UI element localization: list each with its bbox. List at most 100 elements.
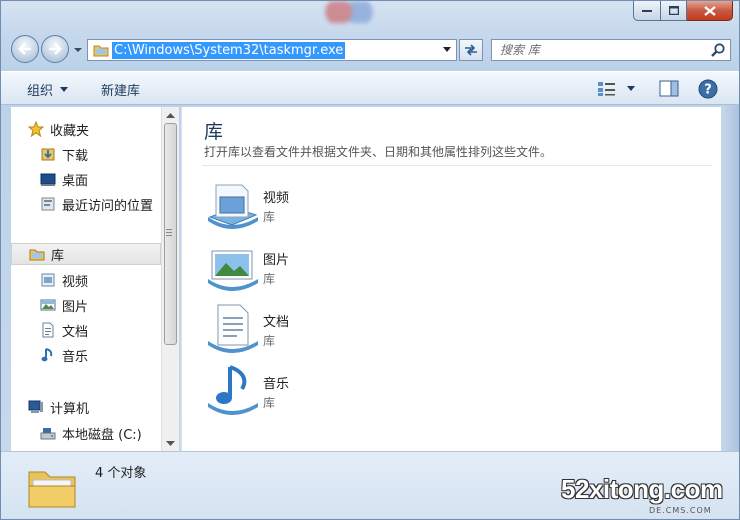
library-folder-icon xyxy=(91,40,111,60)
help-icon[interactable]: ? xyxy=(698,79,718,99)
watermark-subtext: DE.CMS.COM xyxy=(649,506,712,515)
desktop-icon xyxy=(39,170,57,188)
forward-button[interactable] xyxy=(41,35,69,63)
address-bar[interactable]: C:\Windows\System32\taskmgr.exe xyxy=(87,39,457,61)
close-icon xyxy=(703,5,716,16)
window-controls xyxy=(633,1,733,21)
library-item-pictures[interactable]: 图片 库 xyxy=(204,239,404,295)
library-type: 库 xyxy=(263,272,276,286)
library-name: 视频 xyxy=(263,191,290,206)
library-folder-icon xyxy=(28,471,76,508)
scrollbar-grip xyxy=(166,229,172,238)
minimize-button[interactable] xyxy=(633,1,661,21)
nav-item-downloads[interactable]: 下载 xyxy=(39,143,88,165)
music-library-icon xyxy=(39,346,57,364)
nav-libraries[interactable]: 库 xyxy=(11,243,161,265)
library-description: 打开库以查看文件并根据文件夹、日期和其他属性排列这些文件。 xyxy=(204,145,553,159)
address-text-selected: C:\Windows\System32\taskmgr.exe xyxy=(112,42,346,59)
library-type: 库 xyxy=(263,210,276,224)
nav-label: 库 xyxy=(51,248,65,264)
title-bar[interactable] xyxy=(1,1,739,31)
organize-label: 组织 xyxy=(27,84,54,99)
chevron-down-icon xyxy=(627,86,635,91)
nav-label: 图片 xyxy=(62,299,89,315)
nav-item-pictures[interactable]: 图片 xyxy=(39,294,88,316)
navpane-scrollbar[interactable] xyxy=(161,107,179,451)
new-library-button[interactable]: 新建库 xyxy=(101,80,140,99)
nav-item-videos[interactable]: 视频 xyxy=(39,269,88,291)
chevron-down-icon xyxy=(60,87,69,92)
view-options-icon xyxy=(598,82,615,96)
maximize-button[interactable] xyxy=(661,1,687,21)
close-button[interactable] xyxy=(687,1,733,21)
library-type: 库 xyxy=(263,334,276,348)
library-item-videos[interactable]: 视频 库 xyxy=(204,177,404,233)
music-library-icon xyxy=(208,365,258,415)
nav-label: 下载 xyxy=(62,148,89,164)
nav-item-local-disk[interactable]: 本地磁盘 (C:) xyxy=(39,422,142,444)
navigation-bar: C:\Windows\System32\taskmgr.exe xyxy=(1,31,739,67)
library-name: 图片 xyxy=(263,253,290,268)
organize-menu-button[interactable]: 组织 xyxy=(27,80,69,99)
video-library-icon xyxy=(39,271,57,289)
nav-item-music[interactable]: 音乐 xyxy=(39,344,88,366)
search-box[interactable] xyxy=(491,39,731,61)
minimize-icon xyxy=(642,9,652,12)
library-folder-icon xyxy=(28,245,46,263)
video-library-icon xyxy=(208,184,258,229)
pictures-library-icon xyxy=(208,250,258,291)
details-pane: 4 个对象 52xitong.com DE.CMS.COM xyxy=(1,451,739,519)
search-icon[interactable] xyxy=(710,42,726,58)
recent-places-icon xyxy=(39,195,57,213)
preview-pane-icon[interactable] xyxy=(659,80,679,98)
local-disk-icon xyxy=(39,424,57,442)
nav-label: 计算机 xyxy=(50,401,90,417)
star-icon xyxy=(27,120,45,138)
content-pane: 库 打开库以查看文件并根据文件夹、日期和其他属性排列这些文件。 视频 库 图片 … xyxy=(181,107,721,451)
go-button[interactable] xyxy=(459,39,483,61)
aero-glass-reflection xyxy=(323,1,375,23)
back-arrow-icon xyxy=(18,43,31,55)
nav-label: 本地磁盘 (C:) xyxy=(62,427,142,443)
nav-label: 音乐 xyxy=(62,349,89,365)
address-dropdown-icon[interactable] xyxy=(442,46,452,54)
nav-label: 桌面 xyxy=(62,173,89,189)
recent-pages-dropdown-icon[interactable] xyxy=(73,45,83,55)
svg-text:?: ? xyxy=(704,83,712,98)
forward-arrow-icon xyxy=(49,43,62,55)
library-item-documents[interactable]: 文档 库 xyxy=(204,301,404,357)
library-name: 文档 xyxy=(263,315,290,330)
library-type: 库 xyxy=(263,396,276,410)
navigation-pane: 收藏夹 下载 桌面 最近访问的位置 库 视频 图片 文档 音乐 计算机 本地磁盘… xyxy=(11,107,161,451)
documents-library-icon xyxy=(208,304,258,353)
nav-label: 文档 xyxy=(62,324,89,340)
library-item-music[interactable]: 音乐 库 xyxy=(204,363,404,419)
nav-label: 最近访问的位置 xyxy=(62,198,154,214)
back-button[interactable] xyxy=(11,35,39,63)
watermark-text: 52xitong.com xyxy=(561,474,723,504)
explorer-window: C:\Windows\System32\taskmgr.exe 组织 新建库 ? xyxy=(0,0,740,520)
pictures-library-icon xyxy=(39,296,57,314)
nav-computer[interactable]: 计算机 xyxy=(27,396,89,418)
change-view-button[interactable] xyxy=(597,80,637,98)
nav-label: 收藏夹 xyxy=(50,123,90,139)
command-bar: 组织 新建库 ? xyxy=(1,71,739,105)
library-name: 音乐 xyxy=(263,377,290,392)
nav-item-desktop[interactable]: 桌面 xyxy=(39,168,88,190)
page-title: 库 xyxy=(204,121,224,143)
nav-item-documents[interactable]: 文档 xyxy=(39,319,88,341)
scroll-up-icon[interactable] xyxy=(166,112,175,118)
maximize-icon xyxy=(668,6,679,15)
documents-library-icon xyxy=(39,321,57,339)
nav-item-recent-places[interactable]: 最近访问的位置 xyxy=(39,193,153,215)
nav-label: 视频 xyxy=(62,274,89,290)
go-arrows-icon xyxy=(465,44,477,56)
download-folder-icon xyxy=(39,145,57,163)
scroll-down-icon[interactable] xyxy=(166,441,175,447)
new-library-label: 新建库 xyxy=(101,84,141,99)
computer-icon xyxy=(27,398,45,416)
nav-favorites[interactable]: 收藏夹 xyxy=(27,118,89,140)
divider xyxy=(202,165,712,166)
item-count: 4 个对象 xyxy=(95,466,147,481)
search-input[interactable] xyxy=(500,42,700,58)
